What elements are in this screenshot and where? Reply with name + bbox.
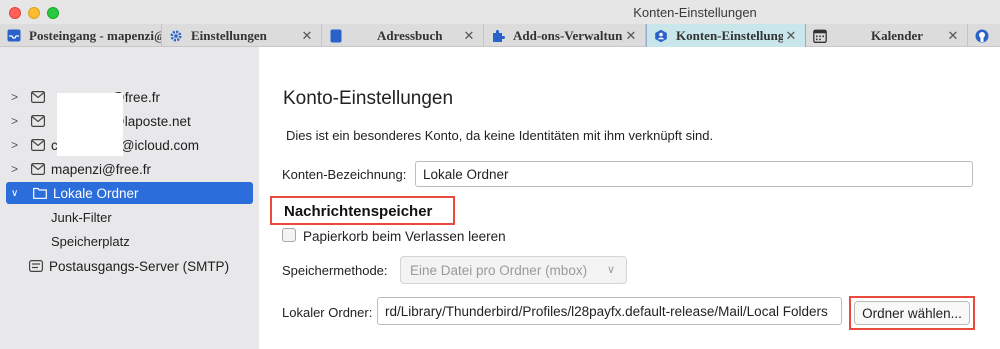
tab-github[interactable]: [968, 24, 1000, 47]
account-settings-icon: [654, 29, 668, 43]
mail-account-icon: [31, 115, 45, 127]
chevron-right-icon[interactable]: >: [11, 90, 25, 104]
mail-account-icon: [31, 163, 45, 175]
tab-label: Adressbuch: [377, 27, 443, 43]
page-title: Konto-Einstellungen: [283, 88, 454, 109]
gear-icon: [169, 29, 183, 43]
close-icon[interactable]: ✕: [945, 28, 961, 44]
sidebar-item-junk-filter[interactable]: Junk-Filter: [51, 210, 112, 225]
title-bar: Konten-Einstellungen: [0, 0, 1000, 24]
mail-account-icon: [31, 139, 45, 151]
account-item-4[interactable]: > mapenzi@free.fr: [0, 158, 259, 180]
chevron-right-icon[interactable]: >: [11, 162, 25, 176]
tab-label: Konten-Einstellungen: [676, 27, 783, 43]
tab-calendar[interactable]: Kalender ✕: [806, 24, 968, 47]
github-icon: [975, 29, 989, 43]
section-title-message-storage: Nachrichtenspeicher: [270, 196, 455, 225]
tab-label: Kalender: [871, 27, 923, 43]
account-item-2[interactable]: > @laposte.net: [0, 110, 259, 132]
tab-account-settings[interactable]: Konten-Einstellungen ✕: [646, 24, 806, 47]
inbox-icon: [7, 29, 21, 43]
redaction-box: [57, 93, 123, 156]
close-icon[interactable]: ✕: [623, 28, 639, 44]
account-item-1[interactable]: > @free.fr: [0, 86, 259, 108]
tab-inbox[interactable]: Posteingang - mapenzi@free.fr: [0, 24, 162, 47]
window-title: Konten-Einstellungen: [633, 5, 757, 20]
tab-label: Add-ons-Verwaltung: [513, 27, 623, 43]
account-item-3[interactable]: > c @icloud.com: [0, 134, 259, 156]
local-folder-label: Lokaler Ordner:: [282, 305, 373, 320]
tab-label: Einstellungen: [191, 27, 267, 43]
storage-method-select[interactable]: Eine Datei pro Ordner (mbox) ∨: [400, 256, 627, 284]
account-note: Dies ist ein besonderes Konto, da keine …: [286, 128, 714, 143]
sidebar-item-storage[interactable]: Speicherplatz: [51, 234, 130, 249]
sidebar-item-smtp[interactable]: Postausgangs-Server (SMTP): [0, 255, 259, 277]
chevron-down-icon: ∨: [606, 264, 615, 276]
outgoing-server-icon: [29, 260, 43, 272]
tab-address-book[interactable]: Adressbuch ✕: [322, 24, 484, 47]
tab-addons[interactable]: Add-ons-Verwaltung ✕: [484, 24, 646, 47]
address-book-icon: [329, 29, 343, 43]
chevron-right-icon[interactable]: >: [11, 114, 25, 128]
tab-label: Posteingang - mapenzi@free.fr: [29, 27, 161, 43]
empty-trash-label[interactable]: Papierkorb beim Verlassen leeren: [303, 229, 506, 244]
account-label: @icloud.com: [120, 137, 199, 153]
empty-trash-checkbox[interactable]: [282, 228, 296, 242]
storage-method-label: Speichermethode:: [282, 263, 388, 278]
close-icon[interactable]: ✕: [461, 28, 477, 44]
puzzle-icon: [491, 29, 505, 43]
account-item-local-folders[interactable]: ∨ Lokale Ordner: [6, 182, 253, 204]
tab-settings[interactable]: Einstellungen ✕: [162, 24, 322, 47]
choose-folder-highlight: Ordner wählen...: [849, 296, 975, 330]
tab-bar: Posteingang - mapenzi@free.fr Einstellun…: [0, 24, 1000, 47]
folder-icon: [33, 187, 47, 199]
storage-method-value: Eine Datei pro Ordner (mbox): [410, 263, 588, 278]
choose-folder-button[interactable]: Ordner wählen...: [854, 301, 970, 325]
account-label: Lokale Ordner: [53, 185, 139, 201]
account-label: mapenzi@free.fr: [51, 161, 151, 177]
mail-account-icon: [31, 91, 45, 103]
chevron-right-icon[interactable]: >: [11, 138, 25, 152]
chevron-down-icon[interactable]: ∨: [11, 188, 25, 199]
close-icon[interactable]: ✕: [783, 28, 799, 44]
account-name-label: Konten-Bezeichnung:: [282, 167, 407, 182]
account-name-field[interactable]: Lokale Ordner: [415, 161, 973, 187]
calendar-icon: [813, 29, 827, 43]
close-icon[interactable]: ✕: [299, 28, 315, 44]
local-folder-path-field[interactable]: rd/Library/Thunderbird/Profiles/l28payfx…: [377, 297, 842, 325]
smtp-label: Postausgangs-Server (SMTP): [49, 258, 230, 274]
